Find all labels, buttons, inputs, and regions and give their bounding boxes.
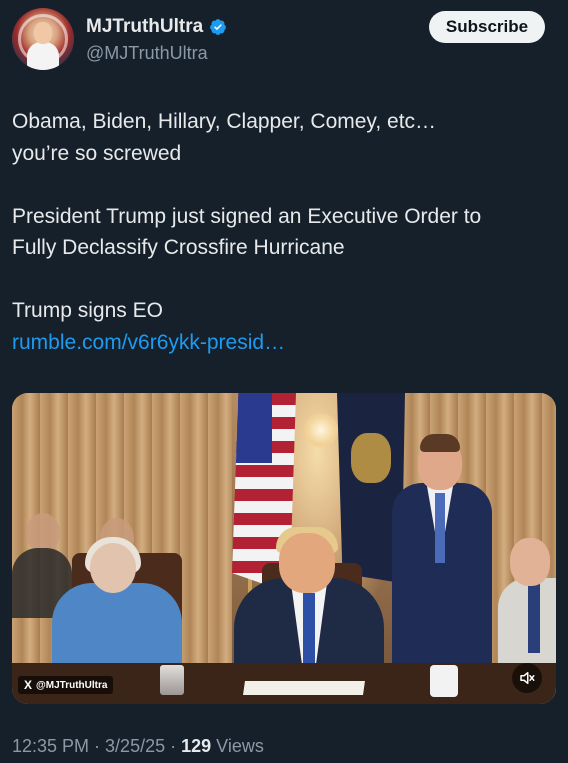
person-head [279,533,335,593]
water-glass [160,665,184,695]
post-text-line: President Trump just signed an Executive… [12,204,482,228]
separator: · [94,736,101,756]
coffee-mug [430,665,458,697]
presidential-seal [351,433,391,483]
wall-sconce [304,413,338,447]
post-link[interactable]: rumble.com/v6r6ykk-presid… [12,331,285,354]
author-avatar[interactable] [12,8,74,70]
person-body [52,583,182,673]
verified-badge-icon [210,19,227,35]
document-papers [243,681,365,695]
author-handle[interactable]: @MJTruthUltra [86,43,208,64]
flag-canton [232,393,272,463]
person-head [510,538,550,586]
person-head [90,543,136,593]
post-text-line: Obama, Biden, Hillary, Clapper, Comey, e… [12,110,437,133]
views-label: Views [216,736,264,756]
post-time[interactable]: 12:35 PM [12,736,89,757]
person-hair [420,434,460,452]
person-head [26,513,60,553]
post-text-line: Trump signs EO [12,299,163,322]
video-watermark: X @MJTruthUltra [18,676,114,694]
person-tie [435,493,445,563]
person-tie [528,583,540,653]
separator: · [170,736,177,756]
post-metadata: 12:35 PM · 3/25/25 · 129 Views [12,736,264,757]
author-name-row: MJTruthUltra [86,16,227,38]
mute-button[interactable] [512,663,542,693]
person-tie [303,593,315,673]
avatar-figure-body [27,42,59,70]
avatar-figure-face [34,22,52,44]
watermark-text: @MJTruthUltra [36,679,108,691]
volume-muted-icon [520,672,535,684]
x-logo-icon: X [24,678,33,692]
post-text: Obama, Biden, Hillary, Clapper, Comey, e… [12,106,557,358]
post-header: MJTruthUltra @MJTruthUltra Subscribe [0,0,568,80]
post-text-line: Fully Declassify Crossfire Hurricane [12,236,345,259]
subscribe-button[interactable]: Subscribe [429,11,545,43]
author-display-name[interactable]: MJTruthUltra [86,16,203,38]
post-text-line: you’re so screwed [12,141,182,165]
video-media[interactable]: X @MJTruthUltra [12,393,556,704]
views-count[interactable]: 129 [181,736,211,757]
post-date[interactable]: 3/25/25 [105,736,165,757]
